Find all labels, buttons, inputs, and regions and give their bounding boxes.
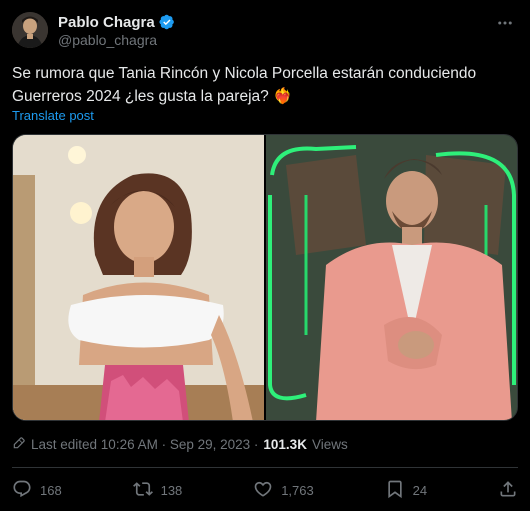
author-name[interactable]: Pablo Chagra: [58, 14, 155, 31]
verified-badge-icon[interactable]: [159, 14, 175, 30]
tweet-meta: Last edited 10:26 AM · Sep 29, 2023 · 10…: [12, 436, 348, 453]
like-icon: [253, 479, 273, 502]
tweet-card: Pablo Chagra @pablo_chagra Se rumora que…: [0, 0, 530, 511]
repost-count: 138: [160, 482, 183, 498]
reply-count: 168: [40, 482, 62, 498]
more-icon[interactable]: [494, 12, 516, 34]
media-grid[interactable]: [12, 134, 518, 421]
repost-icon: [132, 479, 153, 502]
photo-left[interactable]: [13, 135, 264, 420]
tweet-text: Se rumora que Tania Rincón y Nicola Porc…: [12, 65, 477, 105]
edited-timestamp[interactable]: Last edited 10:26 AM · Sep 29, 2023 ·: [31, 437, 258, 452]
bookmark-icon: [385, 479, 405, 502]
reply-button[interactable]: 168: [12, 479, 62, 502]
action-bar: 168 138 1,763 24: [12, 478, 518, 502]
like-count: 1,763: [281, 482, 314, 498]
author-name-row: Pablo Chagra: [58, 12, 175, 32]
avatar[interactable]: [12, 12, 48, 48]
views-label: Views: [311, 437, 348, 452]
repost-button[interactable]: 138: [132, 479, 183, 502]
translate-link[interactable]: Translate post: [12, 108, 94, 123]
bookmark-button[interactable]: 24: [385, 479, 427, 502]
edit-icon[interactable]: [12, 436, 26, 453]
bookmark-count: 24: [412, 482, 428, 498]
views-count: 101.3K: [263, 437, 307, 452]
divider: [12, 467, 518, 468]
share-icon: [498, 479, 518, 502]
share-button[interactable]: [498, 479, 518, 502]
author-handle[interactable]: @pablo_chagra: [58, 32, 175, 48]
photo-right[interactable]: [266, 135, 517, 420]
like-button[interactable]: 1,763: [253, 479, 314, 502]
author-block: Pablo Chagra @pablo_chagra: [58, 12, 175, 48]
reply-icon: [12, 479, 32, 502]
